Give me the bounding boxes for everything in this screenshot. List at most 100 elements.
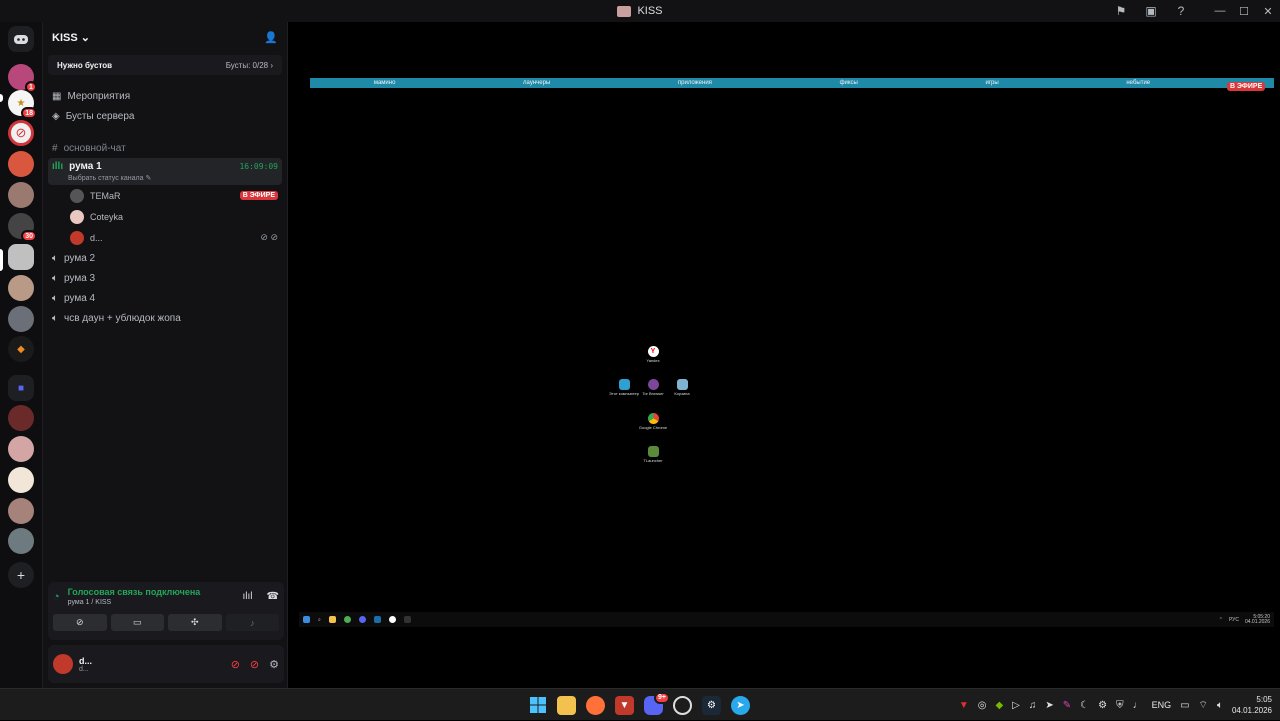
remote-bar-item: небытие — [1126, 80, 1151, 86]
stream-view[interactable]: мамино лаунчеры приложения фиксы игры не… — [289, 22, 1280, 688]
pencil-icon[interactable]: ✎ — [145, 175, 151, 182]
telegram-icon[interactable]: ➤ — [731, 695, 750, 715]
search-icon: ⌕ — [318, 616, 321, 623]
desktop-icon-yandex: Y Yandex — [646, 346, 660, 363]
network-tray-icon[interactable]: ⛨ — [1116, 700, 1124, 711]
steam-tray-icon[interactable]: ⚙ — [1098, 700, 1107, 711]
voice-user-name: Coteyka — [90, 211, 124, 222]
camera-off-button[interactable]: ⊘ — [53, 614, 107, 631]
soundboard-button[interactable]: ♪ — [225, 614, 279, 631]
discord-home-icon[interactable] — [8, 26, 34, 52]
desktop-icon-label: Этот компьютер — [609, 391, 639, 396]
server-icon-5[interactable] — [8, 182, 34, 208]
app-tray-icon[interactable]: ☾ — [1080, 700, 1089, 711]
channel-status[interactable]: Выбрать статус канала — [68, 175, 144, 182]
settings-gear-icon[interactable]: ⚙ — [269, 658, 279, 671]
minimize-button[interactable]: — — [1208, 0, 1232, 22]
voice-channel-name: рума 3 — [64, 272, 96, 284]
discord-icon — [358, 616, 366, 623]
mic-muted-icon[interactable]: ⊘ — [231, 658, 240, 671]
invite-member-icon[interactable]: 👤 — [264, 31, 278, 44]
vivaldi-icon[interactable]: ▼ — [615, 695, 634, 715]
nvidia-tray-icon[interactable]: ◆ — [995, 700, 1003, 711]
voice-activity-icon: ıllı — [52, 161, 64, 172]
tlauncher-icon — [647, 446, 659, 457]
volume-icon[interactable]: 🔈︎ — [1217, 700, 1223, 711]
language-indicator[interactable]: ENG — [1152, 700, 1172, 710]
voice-channel[interactable]: 🔈︎ рума 2 — [43, 248, 287, 268]
server-icon-11[interactable] — [8, 405, 34, 431]
vivaldi-tray-icon[interactable]: ▼ — [959, 700, 969, 711]
voice-channel[interactable]: 🔈︎ рума 3 — [43, 268, 287, 288]
server-icon-8[interactable] — [8, 275, 34, 301]
obs-tray-icon[interactable]: ◎ — [978, 700, 987, 711]
inbox-flag-icon[interactable]: ⚑ — [1106, 0, 1136, 22]
voice-user[interactable]: TEMaR В ЭФИРЕ — [43, 185, 287, 206]
clock-date: 04.01.2026 — [1231, 706, 1272, 715]
voice-channel[interactable]: 🔈︎ чсв даун + ублюдок жопа — [43, 308, 287, 328]
clock[interactable]: 5:05 04.01.2026 — [1232, 694, 1272, 716]
user-avatar[interactable] — [53, 654, 73, 674]
server-icon-6[interactable]: 30 — [8, 213, 37, 242]
user-name[interactable]: d... — [79, 656, 92, 666]
add-server-icon[interactable]: + — [8, 562, 34, 588]
voice-connected-title[interactable]: Голосовая связь подключена — [68, 587, 201, 597]
avatar — [70, 209, 84, 224]
server-icon-13[interactable] — [8, 467, 34, 493]
maximize-button[interactable]: ☐ — [1232, 0, 1256, 22]
voice-channel-active[interactable]: ıllı рума 1 16:09:09 Выбрать статус кана… — [48, 158, 282, 185]
desktop-icon-label: Tor Browser — [642, 391, 664, 396]
steam-icon — [373, 616, 381, 623]
signal-icon[interactable]: ◔ — [53, 591, 60, 603]
server-icon-4[interactable] — [8, 151, 34, 177]
server-icon-14[interactable] — [8, 498, 34, 524]
server-icon-15[interactable] — [8, 528, 34, 554]
unread-pill — [0, 94, 3, 102]
noise-suppression-icon[interactable]: ılıl — [243, 591, 253, 602]
display-icon[interactable]: ▭ — [1180, 700, 1189, 711]
server-icon-1[interactable]: 1 — [8, 64, 37, 93]
windows-start-icon[interactable] — [528, 696, 547, 715]
voice-user[interactable]: d... ⊘ ⊘ — [43, 227, 287, 248]
pen-tray-icon[interactable]: ✎ — [1063, 700, 1071, 711]
disconnect-icon[interactable]: ☎ — [267, 591, 279, 602]
firefox-icon[interactable] — [586, 695, 605, 715]
boost-progress[interactable]: Нужно бустов Бусты: 0/28 › — [48, 55, 282, 75]
server-icon-kiss[interactable] — [8, 244, 34, 270]
server-header[interactable]: KISS ⌄ 👤 — [43, 22, 287, 52]
server-icon-9[interactable] — [8, 306, 34, 332]
steam-icon[interactable]: ⚙ — [702, 695, 721, 715]
mic-tray-icon[interactable]: ♩ — [1133, 700, 1143, 711]
play-tray-icon[interactable]: ▷ — [1012, 700, 1020, 711]
headphones-muted-icon[interactable]: ⊘ — [250, 658, 259, 671]
voice-user[interactable]: Coteyka — [43, 206, 287, 227]
activities-button[interactable]: ✣ — [168, 614, 222, 631]
user-status: d... — [79, 665, 89, 673]
server-icon-2[interactable]: ★ 18 — [8, 90, 37, 119]
telegram-tray-icon[interactable]: ➤ — [1045, 700, 1053, 711]
events-item[interactable]: ▦ Мероприятия — [43, 86, 287, 106]
discord-icon[interactable]: 9+ — [644, 691, 670, 715]
voice-channel[interactable]: 🔈︎ рума 4 — [43, 288, 287, 308]
close-button[interactable]: ✕ — [1256, 0, 1280, 22]
desktop-icon-label: Yandex — [646, 358, 660, 363]
text-channel[interactable]: # основной-чат — [43, 138, 287, 158]
server-icon-10[interactable]: ◆ — [8, 336, 34, 362]
speaker-icon: 🔈︎ — [52, 252, 58, 264]
headphones-tray-icon[interactable]: ♫ — [1029, 700, 1037, 711]
server-icon-12[interactable] — [8, 436, 34, 462]
remote-bar-item: фиксы — [839, 80, 858, 86]
folder-icon[interactable]: ■ — [8, 375, 34, 401]
file-explorer-icon[interactable] — [557, 695, 576, 715]
voice-channel-name: рума 2 — [64, 252, 96, 264]
remote-toolbar: мамино лаунчеры приложения фиксы игры не… — [310, 78, 1274, 88]
wifi-icon[interactable]: ⌔ — [1199, 699, 1208, 712]
stream-live-badge: В ЭФИРЕ — [1227, 82, 1266, 91]
obs-icon[interactable] — [673, 695, 692, 715]
inbox-icon[interactable]: ▣ — [1136, 0, 1166, 22]
screen-share-button[interactable]: ▭ — [110, 614, 164, 631]
help-icon[interactable]: ? — [1166, 0, 1196, 22]
voice-connected-subtitle[interactable]: рума 1 / KISS — [68, 599, 201, 606]
server-icon-3[interactable]: ⊘ — [8, 120, 34, 146]
server-boosts-item[interactable]: ◈ Бусты сервера — [43, 106, 287, 126]
